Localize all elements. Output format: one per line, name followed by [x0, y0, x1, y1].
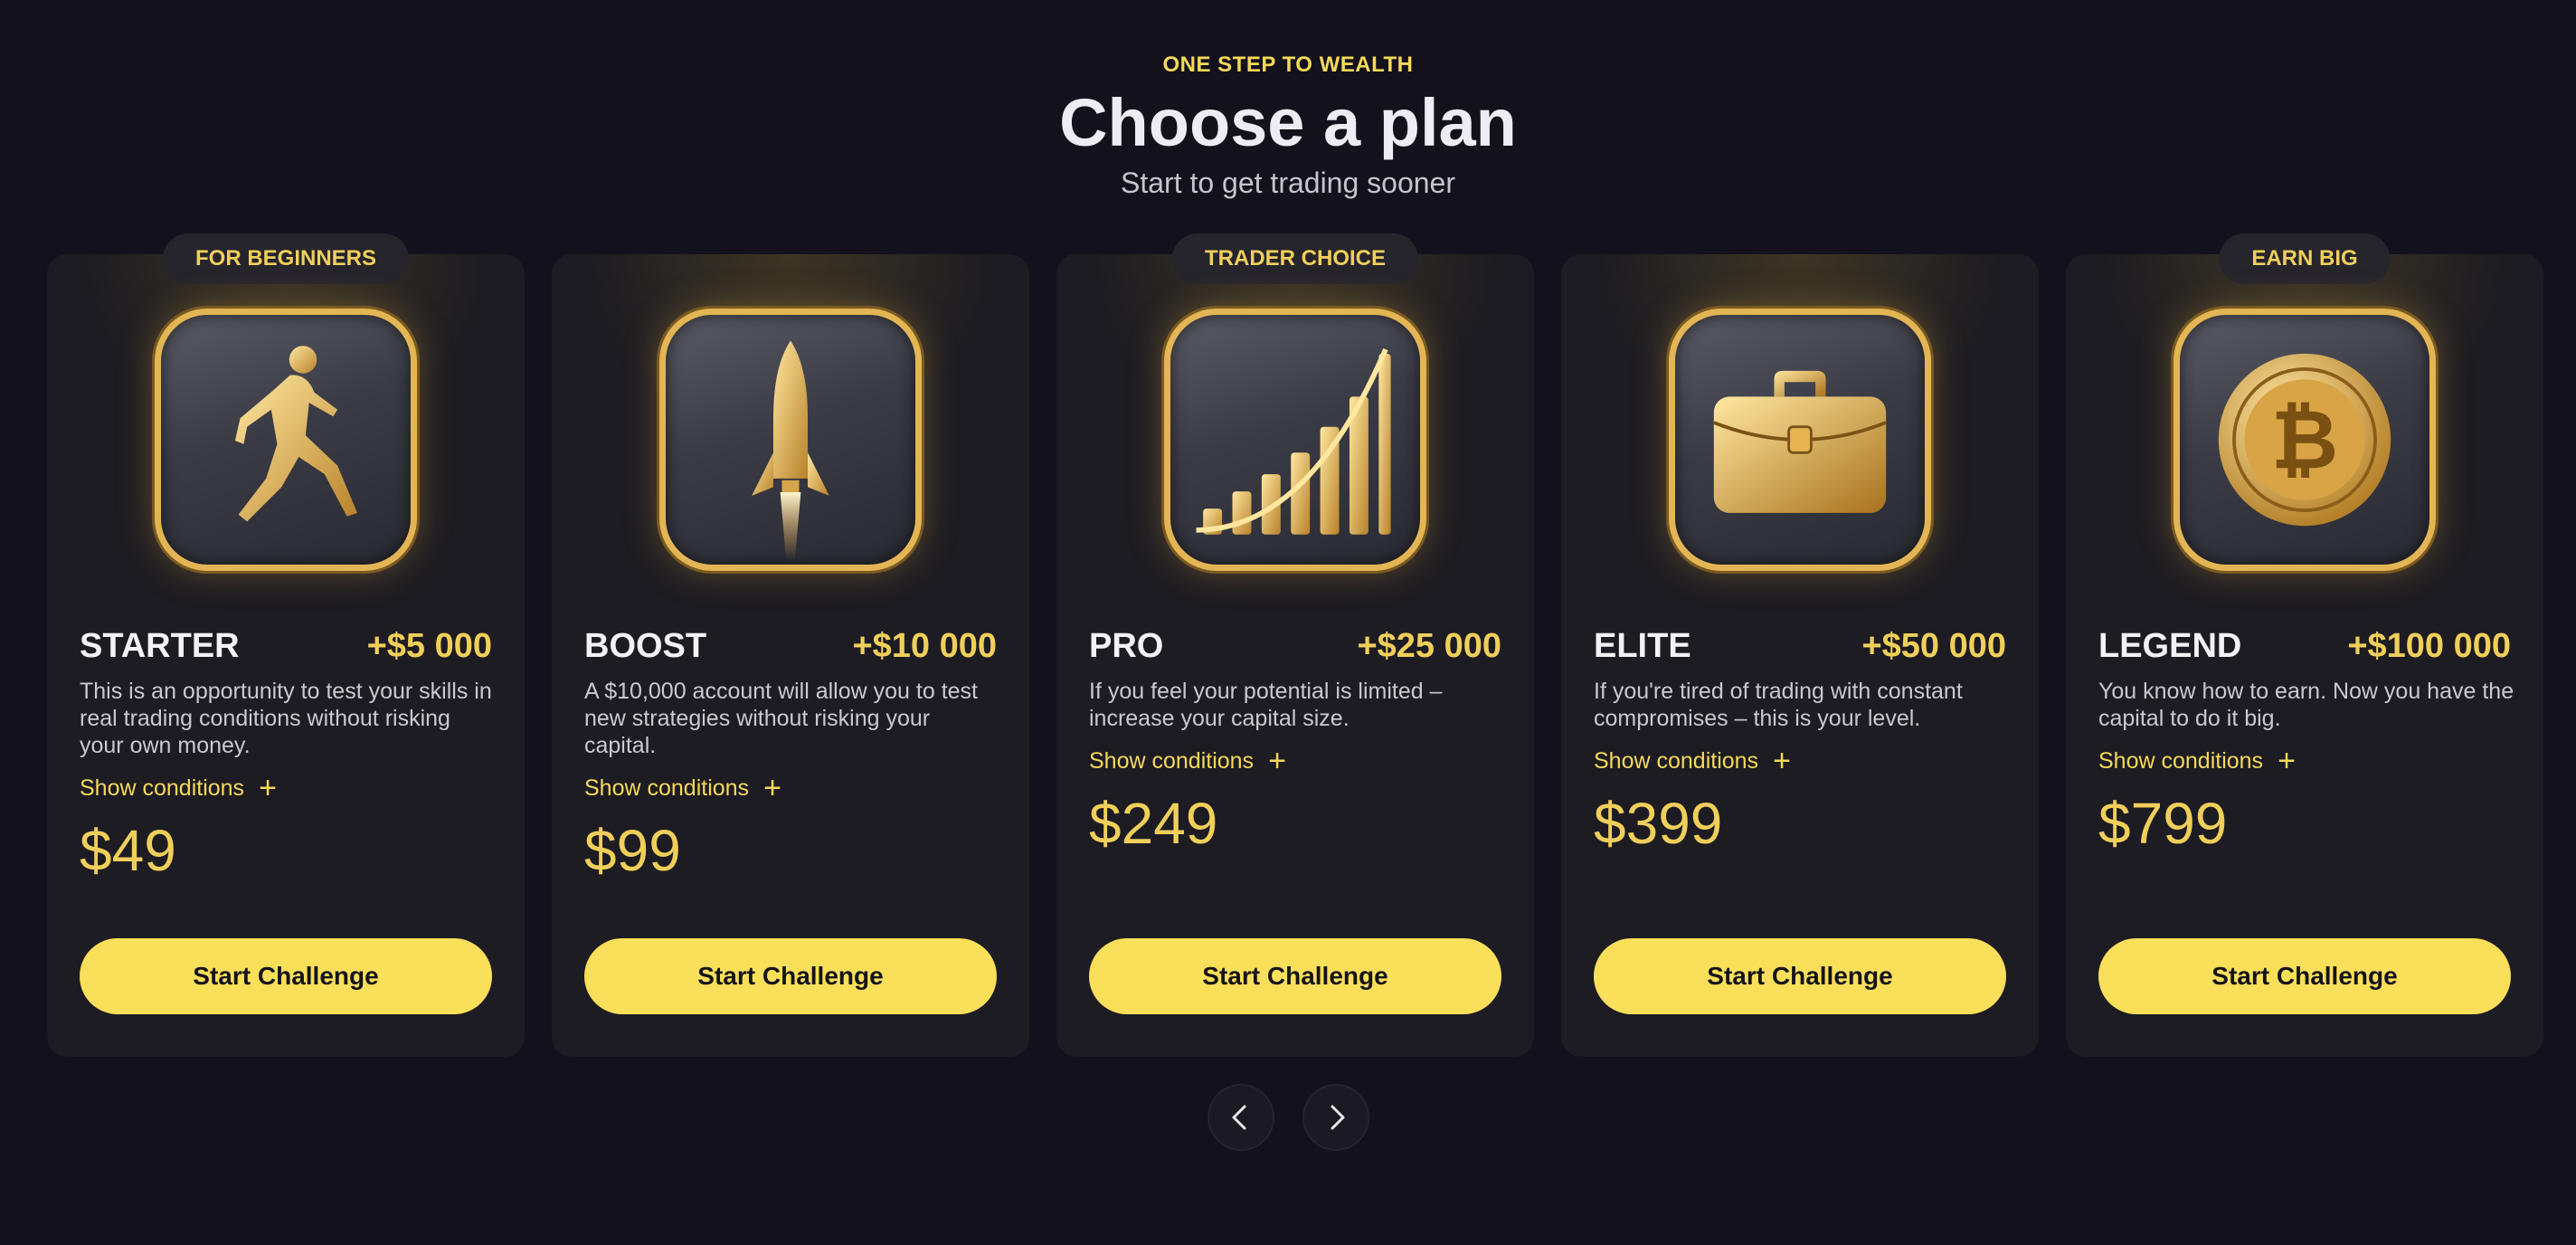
plus-icon: + [1268, 744, 1286, 778]
plan-name: LEGEND [2098, 627, 2242, 665]
show-conditions-link[interactable]: Show conditions + [1594, 744, 1791, 778]
plan-price: $799 [2098, 791, 2228, 856]
plan-card-boost: BOOST +$10 000 A $10,000 account will al… [552, 254, 1029, 1057]
start-challenge-button[interactable]: Start Challenge [1594, 938, 2006, 1014]
plus-icon: + [763, 771, 781, 805]
briefcase-icon [1669, 309, 1931, 571]
plan-card-elite: ELITE +$50 000 If you're tired of tradin… [1561, 254, 2039, 1057]
bitcoin-icon: ₿ [2174, 309, 2436, 571]
plan-amount: +$10 000 [852, 627, 997, 665]
show-conditions-link[interactable]: Show conditions + [2098, 744, 2296, 778]
plus-icon: + [259, 771, 277, 805]
plan-card-pro: TRADER CHOICE PRO +$25 000 If you feel y… [1056, 233, 1534, 1057]
plan-amount: +$25 000 [1357, 627, 1501, 665]
plan-amount: +$100 000 [2347, 627, 2511, 665]
next-button[interactable] [1302, 1084, 1369, 1151]
show-conditions-link[interactable]: Show conditions + [584, 771, 781, 805]
plan-card-starter: FOR BEGINNERS STARTER +$5 000 This is an… [47, 233, 525, 1057]
plan-price: $249 [1089, 791, 1218, 856]
chevron-left-icon [1232, 1105, 1246, 1130]
plan-tag: EARN BIG [2219, 233, 2391, 284]
plan-tag: TRADER CHOICE [1171, 233, 1419, 284]
start-challenge-button[interactable]: Start Challenge [2098, 938, 2511, 1014]
page-title: Choose a plan [1059, 85, 1517, 160]
plan-amount: +$50 000 [1861, 627, 2006, 665]
plan-name: STARTER [80, 627, 240, 665]
plan-amount: +$5 000 [366, 627, 492, 665]
plan-name: BOOST [584, 627, 707, 665]
show-conditions-link[interactable]: Show conditions + [80, 771, 277, 805]
plan-tag: FOR BEGINNERS [162, 233, 410, 284]
plan-name: PRO [1089, 627, 1164, 665]
plus-icon: + [1773, 744, 1791, 778]
prev-button[interactable] [1208, 1084, 1274, 1151]
plus-icon: + [2278, 744, 2296, 778]
plan-description: A $10,000 account will allow you to test… [584, 679, 978, 758]
plan-name: ELITE [1594, 627, 1691, 665]
show-conditions-link[interactable]: Show conditions + [1089, 744, 1286, 778]
show-conditions-label: Show conditions [1089, 748, 1255, 774]
page-subtitle: Start to get trading sooner [1121, 166, 1455, 199]
plan-description: If you're tired of trading with constant… [1594, 679, 1963, 731]
start-challenge-button[interactable]: Start Challenge [80, 938, 492, 1014]
show-conditions-label: Show conditions [80, 775, 245, 801]
plan-price: $49 [80, 818, 176, 883]
plan-description: You know how to earn. Now you have the c… [2098, 679, 2514, 731]
growth-chart-icon [1164, 309, 1426, 571]
eyebrow-text: ONE STEP TO WEALTH [1162, 52, 1414, 77]
start-challenge-button[interactable]: Start Challenge [584, 938, 997, 1014]
plan-price: $399 [1594, 791, 1723, 856]
show-conditions-label: Show conditions [584, 775, 750, 801]
rocket-icon [659, 309, 922, 571]
chevron-right-icon [1331, 1105, 1345, 1130]
svg-text:₿: ₿ [2271, 391, 2338, 488]
runner-icon [155, 309, 417, 571]
plan-price: $99 [584, 818, 681, 883]
start-challenge-button[interactable]: Start Challenge [1089, 938, 1501, 1014]
plan-description: If you feel your potential is limited – … [1089, 679, 1443, 731]
show-conditions-label: Show conditions [2098, 748, 2264, 774]
show-conditions-label: Show conditions [1594, 748, 1759, 774]
plan-description: This is an opportunity to test your skil… [80, 679, 492, 758]
plan-card-legend: EARN BIG ₿ LEGEND +$100 000 You know how… [2066, 233, 2543, 1057]
